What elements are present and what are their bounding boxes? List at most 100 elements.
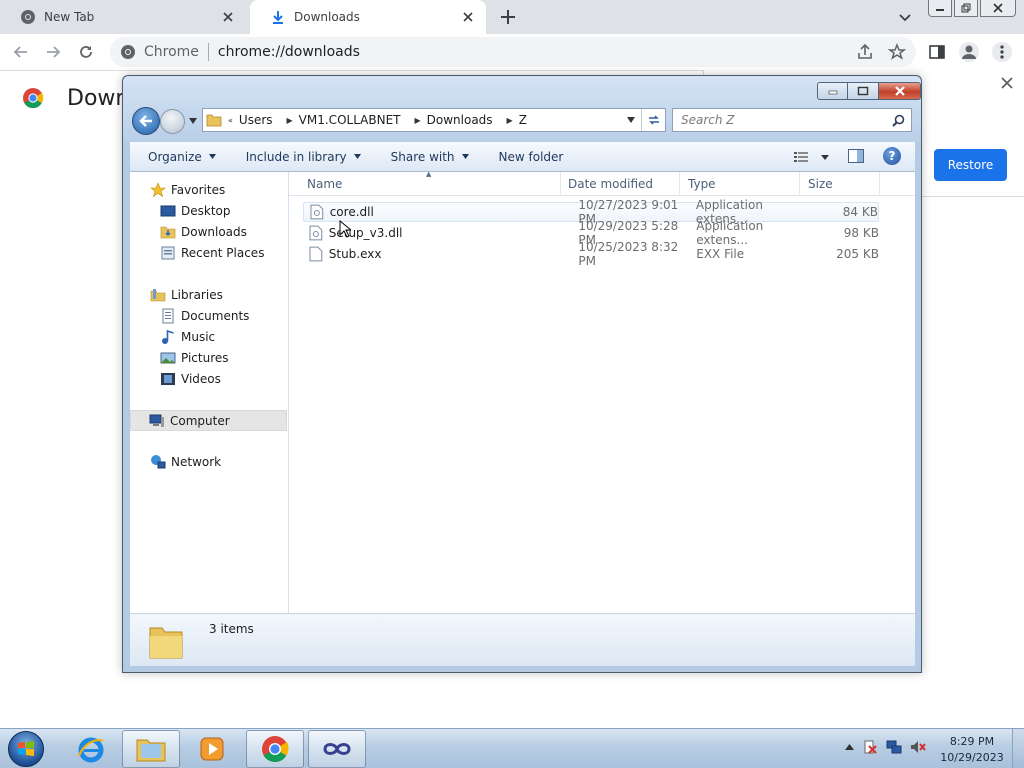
details-pane: 3 items: [130, 613, 915, 666]
taskbar-app[interactable]: [308, 730, 366, 768]
taskbar-media-player[interactable]: [183, 730, 241, 768]
windows-explorer-icon: [136, 739, 166, 762]
share-with-button[interactable]: Share with: [391, 150, 469, 164]
page-title: Down: [67, 86, 130, 111]
preview-pane-icon[interactable]: [848, 149, 864, 163]
omnibox[interactable]: Chrome chrome://downloads: [110, 37, 916, 67]
close-icon[interactable]: [1000, 76, 1014, 90]
nav-music-label: Music: [181, 330, 216, 344]
nav-desktop[interactable]: Desktop: [160, 201, 231, 221]
action-center-icon[interactable]: [862, 739, 878, 755]
volume-muted-icon[interactable]: [910, 739, 926, 755]
start-button[interactable]: [8, 731, 44, 767]
reload-icon[interactable]: [77, 43, 95, 61]
taskbar-windows-explorer[interactable]: [122, 730, 180, 768]
address-dropdown-icon[interactable]: [627, 117, 635, 123]
address-bar[interactable]: « Users ▶ VM1.COLLABNET ▶ Downloads ▶ Z: [202, 108, 666, 132]
close-tab-icon[interactable]: [220, 9, 236, 25]
column-header-size[interactable]: Size: [800, 172, 880, 196]
breadcrumb-downloads[interactable]: Downloads: [421, 113, 501, 127]
explorer-minimize-button[interactable]: [817, 82, 848, 100]
forward-arrow-icon[interactable]: [44, 43, 62, 61]
explorer-maximize-button[interactable]: [848, 82, 879, 100]
nav-documents-label: Documents: [181, 309, 250, 323]
nav-recent-places[interactable]: Recent Places: [160, 243, 264, 263]
profile-avatar-icon[interactable]: [958, 41, 980, 63]
taskbar: 8:29 PM 10/29/2023: [0, 728, 1024, 768]
close-tab-icon[interactable]: [460, 9, 476, 25]
recent-pages-dropdown-icon[interactable]: [189, 118, 197, 124]
nav-computer[interactable]: Computer: [130, 410, 287, 431]
documents-icon: [162, 308, 174, 324]
clock[interactable]: 8:29 PM 10/29/2023: [936, 734, 1008, 766]
minimize-button[interactable]: [928, 0, 952, 17]
minimize-icon: [936, 9, 944, 11]
star-icon: [150, 182, 166, 198]
nav-network[interactable]: Network: [150, 452, 221, 472]
explorer-close-button[interactable]: [879, 82, 921, 100]
table-row[interactable]: Stub.exx 10/25/2023 8:32 PM EXX File 205…: [303, 240, 879, 268]
share-icon[interactable]: [856, 43, 874, 61]
network-tray-icon[interactable]: [886, 739, 902, 755]
tab-downloads[interactable]: Downloads: [250, 0, 486, 34]
column-header-name[interactable]: Name: [299, 172, 561, 196]
chrome-icon: [262, 736, 289, 763]
taskbar-internet-explorer[interactable]: [62, 730, 120, 768]
dll-file-icon: [310, 204, 324, 220]
back-arrow-icon: [139, 115, 152, 127]
breadcrumb-vm1-collabnet[interactable]: VM1.COLLABNET: [293, 113, 409, 127]
refresh-button[interactable]: [641, 109, 666, 131]
show-desktop-button[interactable]: [1012, 729, 1024, 768]
breadcrumb-separator-icon[interactable]: ▶: [281, 116, 293, 125]
search-input[interactable]: Search Z: [672, 108, 912, 132]
breadcrumb-separator-icon[interactable]: ▶: [501, 116, 513, 125]
breadcrumb-overflow-icon[interactable]: «: [222, 116, 233, 125]
explorer-forward-button[interactable]: [160, 109, 185, 134]
nav-recent-places-label: Recent Places: [181, 246, 265, 260]
windows-logo-icon: [18, 741, 34, 756]
include-in-library-button[interactable]: Include in library: [246, 150, 361, 164]
chevron-down-icon: [208, 154, 216, 159]
close-icon: [993, 3, 1003, 13]
column-header-date-modified[interactable]: Date modified: [560, 172, 680, 196]
organize-button[interactable]: Organize: [148, 150, 216, 164]
nav-libraries[interactable]: Libraries: [150, 285, 223, 305]
maximize-button[interactable]: [954, 0, 978, 17]
taskbar-chrome[interactable]: [246, 730, 304, 768]
new-folder-button[interactable]: New folder: [499, 150, 564, 164]
nav-downloads[interactable]: Downloads: [160, 222, 247, 242]
back-arrow-icon[interactable]: [12, 43, 30, 61]
dll-file-icon: [309, 225, 323, 241]
explorer-back-button[interactable]: [132, 107, 160, 135]
breadcrumb-separator-icon[interactable]: ▶: [408, 116, 420, 125]
nav-desktop-label: Desktop: [181, 204, 231, 218]
column-header-type[interactable]: Type: [680, 172, 800, 196]
help-icon[interactable]: ?: [883, 147, 901, 165]
nav-documents[interactable]: Documents: [160, 306, 249, 326]
menu-kebab-icon[interactable]: [992, 42, 1012, 62]
nav-music[interactable]: Music: [160, 327, 215, 347]
side-panel-icon[interactable]: [928, 43, 946, 61]
nav-pictures[interactable]: Pictures: [160, 348, 229, 368]
nav-videos[interactable]: Videos: [160, 369, 221, 389]
nav-pictures-label: Pictures: [181, 351, 229, 365]
restore-window-icon: [961, 3, 971, 13]
close-window-button[interactable]: [980, 0, 1016, 17]
restore-button[interactable]: Restore: [934, 149, 1007, 181]
nav-favorites[interactable]: Favorites: [150, 180, 225, 200]
folder-icon: [206, 114, 222, 127]
breadcrumb-z[interactable]: Z: [513, 113, 535, 127]
breadcrumb-users[interactable]: Users: [233, 113, 281, 127]
new-tab-icon[interactable]: [499, 8, 517, 26]
show-hidden-icons-icon[interactable]: [845, 744, 854, 750]
search-icon[interactable]: [892, 114, 905, 127]
chevron-down-icon: [821, 154, 829, 160]
download-icon: [273, 11, 283, 24]
chevron-down-icon[interactable]: [896, 8, 914, 26]
tab-new-tab[interactable]: New Tab: [0, 0, 246, 34]
generic-file-icon: [309, 246, 323, 262]
bookmark-star-icon[interactable]: [888, 43, 906, 61]
change-view-button[interactable]: [794, 150, 830, 164]
tab-strip: New Tab Downloads: [0, 0, 1024, 34]
desktop-icon: [160, 205, 176, 217]
